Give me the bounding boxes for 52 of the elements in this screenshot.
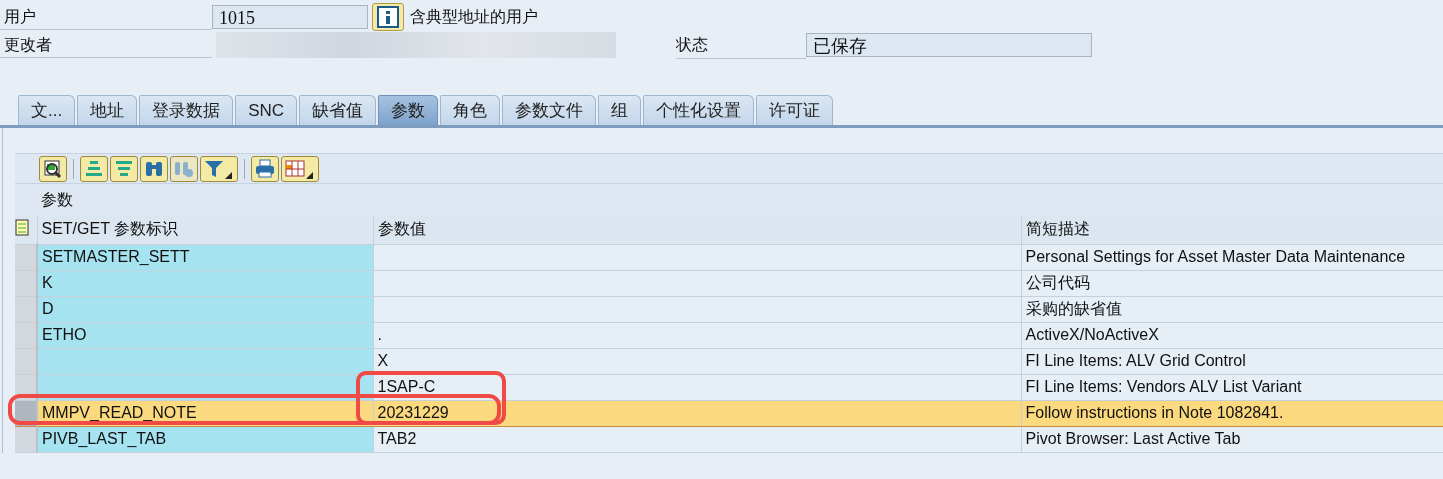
tab[interactable]: 许可证 (756, 95, 834, 125)
tab[interactable]: 文... (18, 95, 76, 125)
table-cell: ActiveX/NoActiveX (1021, 322, 1443, 348)
table-cell: TAB2 (373, 426, 1021, 452)
dropdown-icon (306, 171, 313, 179)
table-cell: 公司代码 (1021, 270, 1443, 296)
field-label: 用户 (0, 4, 212, 30)
table-cell: X (373, 348, 1021, 374)
table-cell: D (37, 296, 373, 322)
table-cell: 采购的缺省值 (1021, 296, 1443, 322)
sort-asc-icon (83, 158, 105, 179)
toolbar-button[interactable] (39, 155, 67, 182)
sort-desc-icon (113, 158, 135, 179)
info-icon (377, 6, 399, 28)
table-cell: ETHO (37, 322, 373, 348)
filter-icon (203, 158, 225, 179)
user-field[interactable]: 1015 (212, 5, 368, 29)
tab[interactable]: 个性化设置 (643, 95, 755, 125)
dropdown-icon (225, 171, 232, 179)
tab[interactable]: 参数 (378, 95, 439, 125)
tab[interactable]: 组 (598, 95, 642, 125)
tab[interactable]: SNC (235, 95, 298, 125)
table-cell: K (37, 270, 373, 296)
tab[interactable]: 登录数据 (139, 95, 234, 125)
table-cell: . (373, 322, 1021, 348)
table-cell: FI Line Items: Vendors ALV List Variant (1021, 374, 1443, 400)
status-field: 已保存 (806, 33, 1092, 57)
select-all-icon[interactable] (15, 218, 31, 237)
column-header[interactable]: SET/GET 参数标识 (37, 216, 373, 244)
info-button[interactable] (372, 3, 404, 31)
table-cell: FI Line Items: ALV Grid Control (1021, 348, 1443, 374)
toolbar-button[interactable] (200, 155, 238, 182)
table-cell: Follow instructions in Note 1082841. (1021, 400, 1443, 426)
table-cell: SETMASTER_SETT (37, 244, 373, 270)
tab[interactable]: 参数文件 (502, 95, 597, 125)
tab[interactable]: 地址 (77, 95, 138, 125)
column-header[interactable]: 简短描述 (1021, 216, 1443, 244)
tab[interactable]: 缺省值 (299, 95, 377, 125)
table-cell: Pivot Browser: Last Active Tab (1021, 426, 1443, 452)
user-description: 含典型地址的用户 (410, 6, 538, 27)
table-cell: Personal Settings for Asset Master Data Maintenance (1021, 244, 1443, 270)
layout-icon (284, 158, 306, 179)
print-icon (254, 158, 276, 179)
row-selector[interactable] (15, 426, 37, 452)
details-icon (42, 158, 64, 179)
field-label: 更改者 (0, 32, 212, 58)
toolbar-button[interactable] (251, 155, 279, 182)
table-cell: PIVB_LAST_TAB (37, 426, 373, 452)
column-header[interactable]: 参数值 (373, 216, 1021, 244)
toolbar-button[interactable] (281, 155, 319, 182)
section-title: 参数 (15, 183, 1443, 216)
tab[interactable]: 角色 (440, 95, 501, 125)
